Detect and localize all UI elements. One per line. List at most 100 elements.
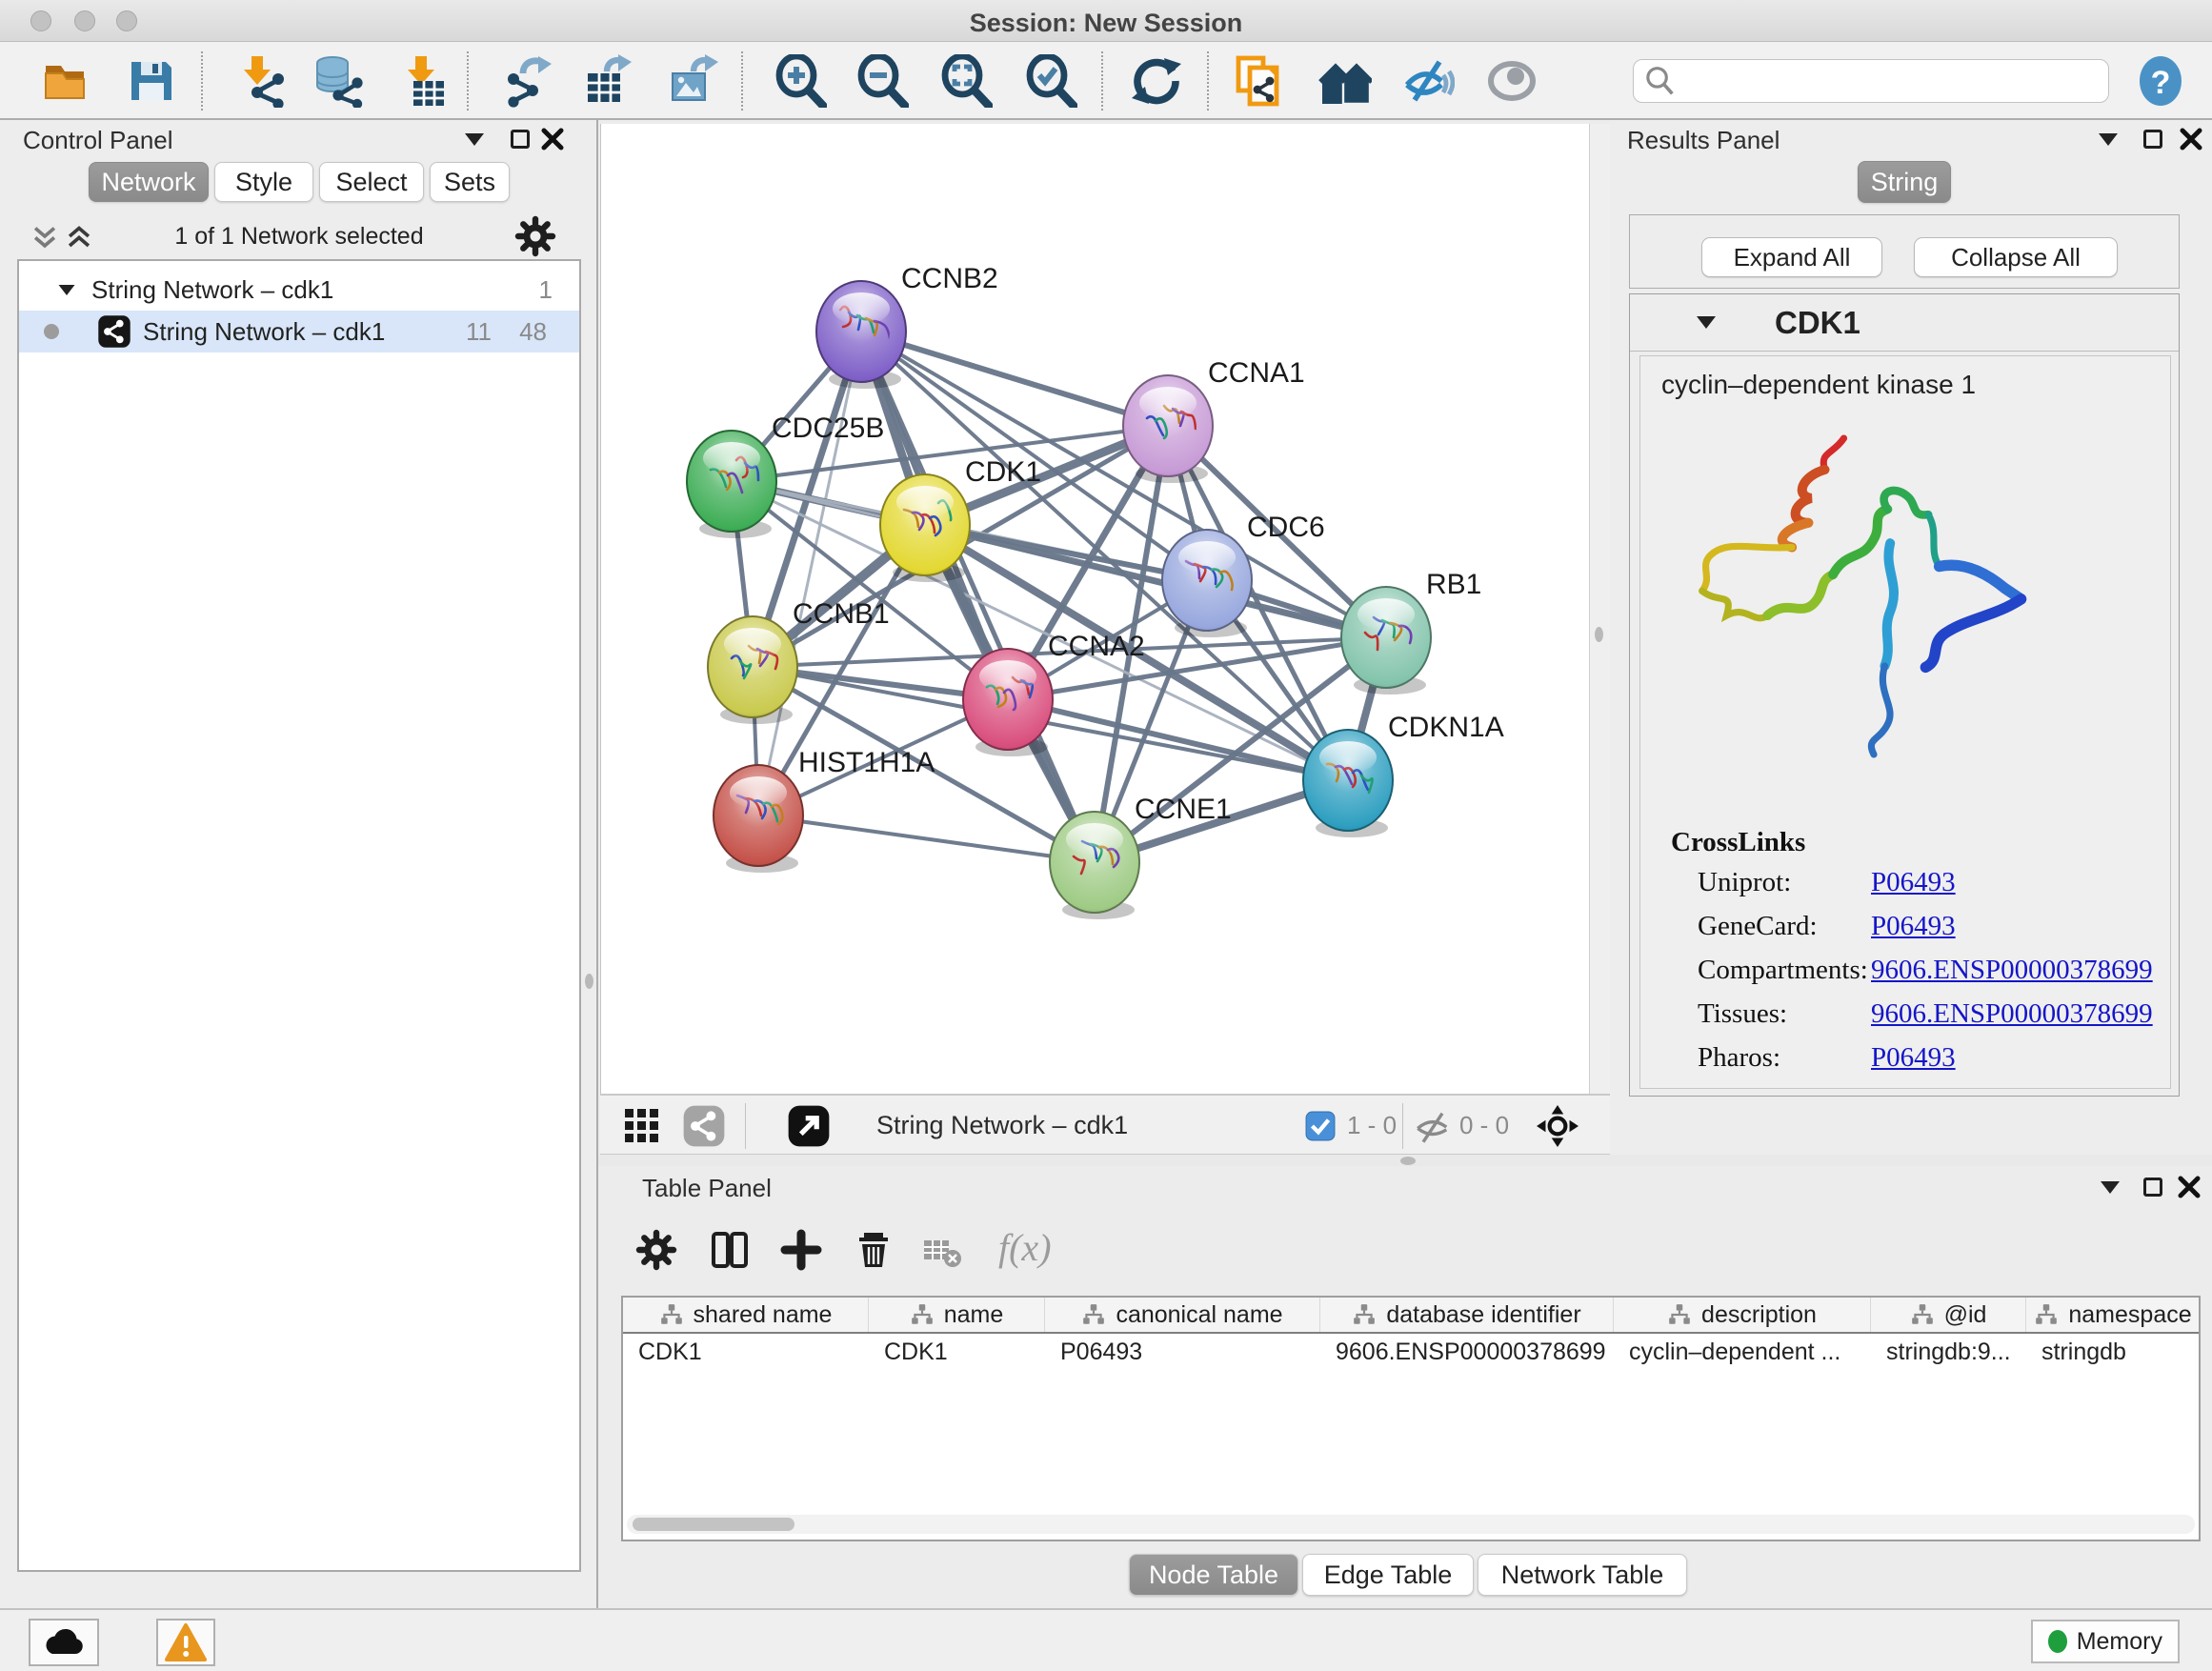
network-collection-row[interactable]: String Network – cdk1 1: [19, 269, 579, 311]
column-header-description[interactable]: description: [1614, 1298, 1871, 1332]
table-panel-splitter[interactable]: [598, 1155, 2212, 1166]
column-header-name[interactable]: name: [869, 1298, 1045, 1332]
table-panel-float-icon[interactable]: [2143, 1178, 2162, 1197]
network-node-CDKN1A[interactable]: CDKN1A: [1303, 712, 1504, 837]
tab-style[interactable]: Style: [214, 162, 313, 202]
crosslink-pharos-link[interactable]: P06493: [1871, 1042, 1956, 1074]
network-node-HIST1H1A[interactable]: HIST1H1A: [714, 747, 935, 873]
expand-all-button[interactable]: Expand All: [1701, 237, 1882, 277]
control-panel-float-icon[interactable]: [511, 130, 530, 149]
column-header-shared-name[interactable]: shared name: [623, 1298, 869, 1332]
control-panel-menu-icon[interactable]: [465, 133, 484, 146]
warnings-button[interactable]: [156, 1619, 215, 1666]
selected-checkbox-icon[interactable]: [1305, 1111, 1336, 1141]
save-session-icon[interactable]: [124, 54, 177, 108]
network-node-CCNA1[interactable]: CCNA1: [1123, 357, 1305, 483]
column-header-@id[interactable]: @id: [1871, 1298, 2026, 1332]
network-edge[interactable]: [861, 332, 1168, 426]
open-session-icon[interactable]: [40, 54, 93, 108]
export-table-icon[interactable]: [580, 54, 633, 108]
search-input[interactable]: [1676, 68, 2085, 94]
network-edge[interactable]: [861, 332, 1095, 862]
results-panel-close-icon[interactable]: [2178, 126, 2204, 152]
table-cell[interactable]: CDK1: [869, 1334, 1045, 1370]
table-cell[interactable]: stringdb:9...: [1871, 1334, 2026, 1370]
results-panel-menu-icon[interactable]: [2099, 133, 2118, 146]
scrollbar-thumb[interactable]: [633, 1518, 794, 1531]
import-table-from-file-icon[interactable]: [396, 54, 450, 108]
tab-node-table[interactable]: Node Table: [1129, 1554, 1298, 1596]
refresh-icon[interactable]: [1130, 54, 1183, 108]
control-panel-close-icon[interactable]: [539, 126, 566, 152]
export-image-icon[interactable]: [665, 54, 718, 108]
table-cell[interactable]: stringdb: [2026, 1334, 2199, 1370]
cloud-button[interactable]: [29, 1619, 99, 1666]
table-cell[interactable]: cyclin–dependent ...: [1614, 1334, 1871, 1370]
tab-string[interactable]: String: [1858, 161, 1951, 203]
network-edge[interactable]: [758, 815, 1095, 862]
column-header-database-identifier[interactable]: database identifier: [1320, 1298, 1614, 1332]
export-network-icon[interactable]: [498, 54, 552, 108]
splitter-handle[interactable]: [1400, 1157, 1416, 1165]
network-row-selected[interactable]: String Network – cdk1 11 48: [19, 311, 579, 352]
splitter-handle[interactable]: [1595, 627, 1603, 642]
network-node-RB1[interactable]: RB1: [1341, 569, 1481, 695]
first-neighbors-icon[interactable]: [1318, 54, 1372, 108]
detach-view-icon[interactable]: [787, 1104, 831, 1148]
hide-selected-icon[interactable]: [1401, 54, 1455, 108]
add-column-icon[interactable]: [780, 1229, 822, 1271]
help-icon[interactable]: ?: [2134, 54, 2187, 108]
table-settings-gear-icon[interactable]: [635, 1229, 677, 1271]
zoom-in-icon[interactable]: [774, 54, 827, 108]
network-node-CCNB2[interactable]: CCNB2: [816, 263, 998, 389]
horizontal-scrollbar[interactable]: [627, 1515, 2195, 1534]
tab-sets[interactable]: Sets: [430, 162, 510, 202]
column-type-icon: [1910, 1302, 1935, 1327]
new-network-from-selection-icon[interactable]: [1233, 54, 1286, 108]
zoom-fit-icon[interactable]: [939, 54, 993, 108]
table-cell[interactable]: P06493: [1045, 1334, 1320, 1370]
network-graph[interactable]: CCNB2CCNA1CDC25BCDK1CDC6RB1CCNB1CCNA2CDK…: [601, 124, 1590, 1094]
show-columns-icon[interactable]: [709, 1229, 751, 1271]
network-canvas[interactable]: CCNB2CCNA1CDC25BCDK1CDC6RB1CCNB1CCNA2CDK…: [600, 124, 1589, 1094]
collapse-all-networks-icon[interactable]: [63, 219, 95, 253]
import-network-from-database-icon[interactable]: [312, 54, 365, 108]
expand-all-networks-icon[interactable]: [29, 219, 61, 253]
table-row[interactable]: CDK1CDK1P064939606.ENSP00000378699cyclin…: [623, 1334, 2199, 1370]
gear-icon[interactable]: [514, 215, 556, 257]
gene-collapse-icon[interactable]: [1697, 316, 1716, 329]
splitter-handle[interactable]: [585, 974, 593, 989]
network-node-CCNE1[interactable]: CCNE1: [1050, 794, 1232, 919]
window-title: Session: New Session: [0, 9, 2212, 38]
memory-button[interactable]: Memory: [2031, 1620, 2180, 1663]
crosslink-tissues-link[interactable]: 9606.ENSP00000378699: [1871, 998, 2153, 1030]
tab-network[interactable]: Network: [89, 162, 209, 202]
import-network-from-file-icon[interactable]: [234, 54, 288, 108]
gene-section-header[interactable]: CDK1: [1630, 294, 2179, 352]
show-all-icon[interactable]: [1485, 54, 1538, 108]
crosslink-genecard-link[interactable]: P06493: [1871, 911, 1956, 942]
network-share-icon[interactable]: [682, 1104, 726, 1148]
tab-select[interactable]: Select: [319, 162, 424, 202]
collapse-all-button[interactable]: Collapse All: [1914, 237, 2118, 277]
zoom-selected-icon[interactable]: [1024, 54, 1077, 108]
table-cell[interactable]: CDK1: [623, 1334, 869, 1370]
table-panel-menu-icon[interactable]: [2101, 1181, 2120, 1194]
birdseye-crosshair-icon[interactable]: [1536, 1104, 1579, 1148]
column-header-namespace[interactable]: namespace: [2026, 1298, 2199, 1332]
results-panel-float-icon[interactable]: [2143, 130, 2162, 149]
table-panel-close-icon[interactable]: [2176, 1174, 2202, 1200]
table-cell[interactable]: 9606.ENSP00000378699: [1320, 1334, 1614, 1370]
zoom-out-icon[interactable]: [855, 54, 909, 108]
grid-view-icon[interactable]: [623, 1107, 661, 1145]
network-view-toolbar: String Network – cdk1 1 - 0 0 - 0: [600, 1094, 1610, 1155]
tab-network-table[interactable]: Network Table: [1478, 1554, 1687, 1596]
table-header-row[interactable]: shared namenamecanonical namedatabase id…: [623, 1298, 2199, 1334]
tab-edge-table[interactable]: Edge Table: [1302, 1554, 1474, 1596]
tree-expand-icon[interactable]: [59, 284, 75, 294]
crosslink-uniprot-link[interactable]: P06493: [1871, 867, 1956, 898]
delete-column-icon[interactable]: [853, 1229, 895, 1271]
crosslink-compartments-link[interactable]: 9606.ENSP00000378699: [1871, 955, 2153, 986]
column-header-canonical-name[interactable]: canonical name: [1045, 1298, 1320, 1332]
panel-splitter-strip[interactable]: [1589, 124, 1610, 1094]
